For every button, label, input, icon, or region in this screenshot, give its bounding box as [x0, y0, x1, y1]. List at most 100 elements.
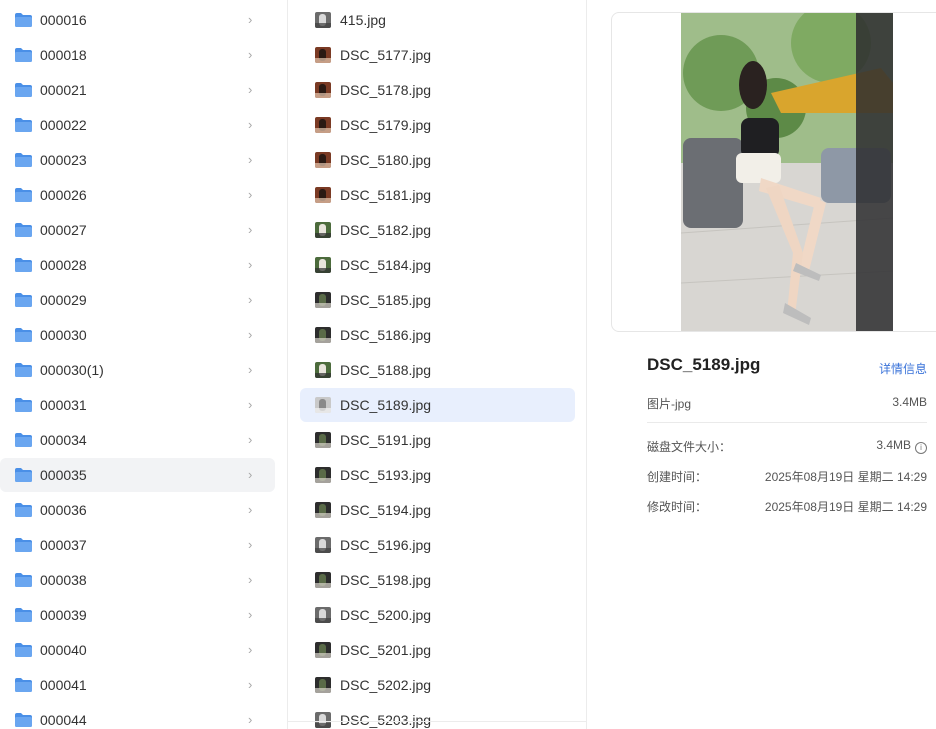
file-label: DSC_5186.jpg: [340, 327, 432, 343]
folder-item[interactable]: 000035 ›: [0, 458, 275, 492]
folder-item[interactable]: 000030 ›: [0, 318, 275, 352]
folder-item[interactable]: 000039 ›: [0, 598, 275, 632]
image-thumbnail-icon: [315, 607, 331, 623]
file-item[interactable]: DSC_5177.jpg: [300, 38, 575, 72]
folder-icon: [15, 83, 32, 97]
file-item[interactable]: DSC_5203.jpg: [300, 703, 575, 729]
file-item[interactable]: DSC_5200.jpg: [300, 598, 575, 632]
folder-label: 000041: [40, 677, 87, 693]
file-item[interactable]: DSC_5202.jpg: [300, 668, 575, 702]
file-label: DSC_5193.jpg: [340, 467, 432, 483]
folder-icon: [15, 573, 32, 587]
folder-item[interactable]: 000044 ›: [0, 703, 275, 729]
folder-item[interactable]: 000021 ›: [0, 73, 275, 107]
file-column: 415.jpg DSC_5177.jpg DSC_5178.jpg DSC_5179.…: [288, 0, 587, 729]
image-thumbnail-icon: [315, 537, 331, 553]
file-item[interactable]: DSC_5182.jpg: [300, 213, 575, 247]
file-label: DSC_5202.jpg: [340, 677, 432, 693]
file-item[interactable]: DSC_5181.jpg: [300, 178, 575, 212]
disk-size-row: 磁盘文件大小： 3.4MB i: [647, 438, 927, 455]
image-thumbnail-icon: [315, 292, 331, 308]
folder-label: 000039: [40, 607, 87, 623]
modified-label: 修改时间：: [647, 500, 708, 514]
divider: [288, 721, 586, 722]
created-value: 2025年08月19日 星期二 14:29: [764, 470, 927, 484]
folder-item[interactable]: 000023 ›: [0, 143, 275, 177]
file-item[interactable]: DSC_5196.jpg: [300, 528, 575, 562]
file-label: DSC_5185.jpg: [340, 292, 432, 308]
image-thumbnail-icon: [315, 642, 331, 658]
folder-label: 000040: [40, 642, 87, 658]
image-thumbnail-icon: [315, 12, 331, 28]
file-label: DSC_5184.jpg: [340, 257, 432, 273]
file-label: DSC_5196.jpg: [340, 537, 432, 553]
folder-item[interactable]: 000038 ›: [0, 563, 275, 597]
image-preview[interactable]: [611, 12, 936, 332]
file-item[interactable]: DSC_5186.jpg: [300, 318, 575, 352]
folder-icon: [15, 48, 32, 62]
file-label: DSC_5177.jpg: [340, 47, 432, 63]
file-label: DSC_5180.jpg: [340, 152, 432, 168]
folder-item[interactable]: 000029 ›: [0, 283, 275, 317]
chevron-right-icon: ›: [248, 222, 253, 237]
file-item[interactable]: DSC_5191.jpg: [300, 423, 575, 457]
chevron-right-icon: ›: [248, 502, 253, 517]
file-item[interactable]: 415.jpg: [300, 3, 575, 37]
folder-label: 000021: [40, 82, 87, 98]
folder-item[interactable]: 000031 ›: [0, 388, 275, 422]
image-thumbnail-icon: [315, 572, 331, 588]
folder-icon: [15, 223, 32, 237]
folder-label: 000022: [40, 117, 87, 133]
chevron-right-icon: ›: [248, 467, 253, 482]
folder-item[interactable]: 000040 ›: [0, 633, 275, 667]
folder-label: 000028: [40, 257, 87, 273]
chevron-right-icon: ›: [248, 572, 253, 587]
image-thumbnail-icon: [315, 152, 331, 168]
detail-panel: DSC_5189.jpg 详情信息 图片-jpg 3.4MB 磁盘文件大小： 3…: [587, 0, 936, 729]
chevron-right-icon: ›: [248, 82, 253, 97]
chevron-right-icon: ›: [248, 117, 253, 132]
file-item[interactable]: DSC_5188.jpg: [300, 353, 575, 387]
folder-item[interactable]: 000026 ›: [0, 178, 275, 212]
modified-row: 修改时间： 2025年08月19日 星期二 14:29: [647, 498, 927, 515]
folder-label: 000036: [40, 502, 87, 518]
file-item[interactable]: DSC_5180.jpg: [300, 143, 575, 177]
file-item[interactable]: DSC_5193.jpg: [300, 458, 575, 492]
folder-item[interactable]: 000034 ›: [0, 423, 275, 457]
file-label: DSC_5181.jpg: [340, 187, 432, 203]
folder-item[interactable]: 000016 ›: [0, 3, 275, 37]
image-thumbnail-icon: [315, 362, 331, 378]
file-label: DSC_5179.jpg: [340, 117, 432, 133]
file-item[interactable]: DSC_5194.jpg: [300, 493, 575, 527]
folder-item[interactable]: 000037 ›: [0, 528, 275, 562]
folder-icon: [15, 13, 32, 27]
file-item[interactable]: DSC_5189.jpg: [300, 388, 575, 422]
folder-icon: [15, 678, 32, 692]
chevron-right-icon: ›: [248, 187, 253, 202]
folder-icon: [15, 433, 32, 447]
file-item[interactable]: DSC_5179.jpg: [300, 108, 575, 142]
file-label: DSC_5189.jpg: [340, 397, 432, 413]
folder-icon: [15, 188, 32, 202]
file-item[interactable]: DSC_5201.jpg: [300, 633, 575, 667]
folder-item[interactable]: 000022 ›: [0, 108, 275, 142]
info-icon[interactable]: i: [915, 442, 927, 454]
folder-item[interactable]: 000027 ›: [0, 213, 275, 247]
image-thumbnail-icon: [315, 82, 331, 98]
folder-item[interactable]: 000036 ›: [0, 493, 275, 527]
details-link[interactable]: 详情信息: [879, 360, 927, 377]
folder-item[interactable]: 000030(1) ›: [0, 353, 275, 387]
file-label: DSC_5178.jpg: [340, 82, 432, 98]
file-item[interactable]: DSC_5178.jpg: [300, 73, 575, 107]
file-item[interactable]: DSC_5185.jpg: [300, 283, 575, 317]
folder-label: 000035: [40, 467, 87, 483]
file-label: DSC_5201.jpg: [340, 642, 432, 658]
file-item[interactable]: DSC_5198.jpg: [300, 563, 575, 597]
image-thumbnail-icon: [315, 467, 331, 483]
folder-item[interactable]: 000018 ›: [0, 38, 275, 72]
file-label: DSC_5194.jpg: [340, 502, 432, 518]
folder-item[interactable]: 000028 ›: [0, 248, 275, 282]
folder-item[interactable]: 000041 ›: [0, 668, 275, 702]
chevron-right-icon: ›: [248, 677, 253, 692]
file-item[interactable]: DSC_5184.jpg: [300, 248, 575, 282]
